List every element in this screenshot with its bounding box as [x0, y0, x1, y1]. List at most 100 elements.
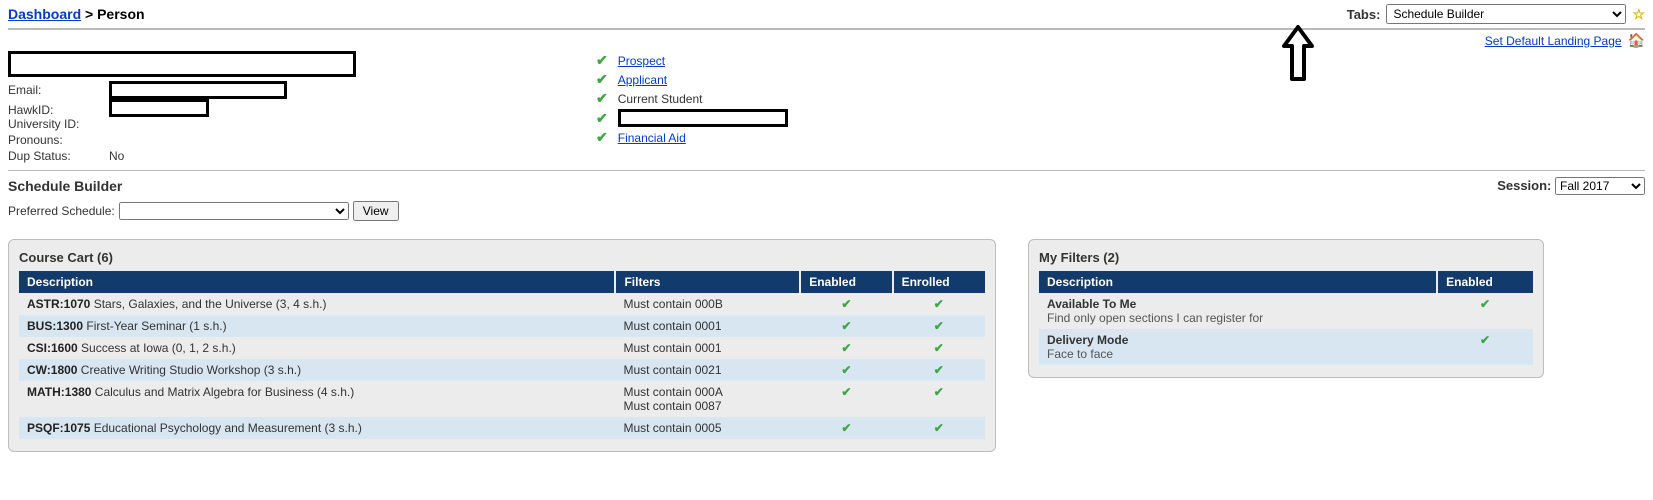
- my-filters-table: Description Enabled Available To MeFind …: [1039, 271, 1533, 365]
- label-dupstatus: Dup Status:: [8, 149, 103, 163]
- enabled-check-icon: ✔: [800, 315, 892, 337]
- check-icon: ✔: [596, 52, 608, 69]
- breadcrumb: Dashboard > Person: [8, 6, 145, 22]
- table-row[interactable]: CSI:1600 Success at Iowa (0, 1, 2 s.h.)M…: [19, 337, 985, 359]
- person-name-redacted: [8, 51, 356, 77]
- session-area: Session: Fall 2017: [1497, 177, 1645, 195]
- schedule-builder-header: Schedule Builder Session: Fall 2017: [8, 177, 1645, 195]
- set-default-landing-page-link[interactable]: Set Default Landing Page: [1485, 34, 1622, 48]
- course-description: PSQF:1075 Educational Psychology and Mea…: [19, 417, 615, 439]
- status-redacted: [618, 109, 788, 127]
- table-row[interactable]: ASTR:1070 Stars, Galaxies, and the Unive…: [19, 293, 985, 315]
- enrolled-check-icon: ✔: [893, 417, 985, 439]
- info-column: Email: HawkID: University ID: Pronouns: …: [8, 51, 356, 164]
- col-enabled: Enabled: [800, 271, 892, 293]
- enabled-check-icon: ✔: [800, 381, 892, 417]
- enabled-check-icon: ✔: [800, 293, 892, 315]
- course-filters: Must contain 0021: [615, 359, 800, 381]
- enabled-check-icon: ✔: [800, 337, 892, 359]
- course-filters: Must contain 000AMust contain 0087: [615, 381, 800, 417]
- course-filters: Must contain 0005: [615, 417, 800, 439]
- filter-name: Available To Me: [1047, 297, 1429, 311]
- table-row[interactable]: PSQF:1075 Educational Psychology and Mea…: [19, 417, 985, 439]
- course-code: BUS:1300: [27, 319, 83, 333]
- enabled-check-icon: ✔: [1437, 293, 1533, 329]
- breadcrumb-sep: >: [85, 6, 93, 22]
- breadcrumb-dashboard-link[interactable]: Dashboard: [8, 6, 81, 22]
- course-filters: Must contain 0001: [615, 337, 800, 359]
- course-code: ASTR:1070: [27, 297, 90, 311]
- tabs-select[interactable]: Schedule Builder: [1386, 4, 1626, 24]
- tabs-label: Tabs:: [1347, 7, 1381, 22]
- filter-description: Delivery ModeFace to face: [1039, 329, 1437, 365]
- course-description: BUS:1300 First-Year Seminar (1 s.h.): [19, 315, 615, 337]
- label-univid: University ID:: [8, 117, 103, 131]
- course-cart-table: Description Filters Enabled Enrolled AST…: [19, 271, 985, 439]
- session-select[interactable]: Fall 2017: [1555, 177, 1645, 195]
- table-row[interactable]: BUS:1300 First-Year Seminar (1 s.h.)Must…: [19, 315, 985, 337]
- course-description: ASTR:1070 Stars, Galaxies, and the Unive…: [19, 293, 615, 315]
- my-filters-title: My Filters (2): [1039, 250, 1533, 265]
- course-filters: Must contain 000B: [615, 293, 800, 315]
- status-applicant-link[interactable]: Applicant: [618, 73, 667, 87]
- filter-sub: Find only open sections I can register f…: [1047, 311, 1429, 325]
- course-description: MATH:1380 Calculus and Matrix Algebra fo…: [19, 381, 615, 417]
- enabled-check-icon: ✔: [800, 417, 892, 439]
- course-code: CW:1800: [27, 363, 77, 377]
- course-description: CSI:1600 Success at Iowa (0, 1, 2 s.h.): [19, 337, 615, 359]
- col-enrolled: Enrolled: [893, 271, 985, 293]
- table-row[interactable]: Available To MeFind only open sections I…: [1039, 293, 1533, 329]
- session-label: Session:: [1497, 178, 1551, 193]
- top-row: Dashboard > Person Tabs: Schedule Builde…: [8, 4, 1645, 24]
- breadcrumb-current: Person: [97, 6, 144, 22]
- home-icon: 🏠: [1628, 32, 1645, 49]
- course-description: CW:1800 Creative Writing Studio Workshop…: [19, 359, 615, 381]
- course-filters: Must contain 0001: [615, 315, 800, 337]
- check-icon: ✔: [596, 129, 608, 146]
- table-row[interactable]: CW:1800 Creative Writing Studio Workshop…: [19, 359, 985, 381]
- panels: Course Cart (6) Description Filters Enab…: [8, 239, 1645, 452]
- landing-row: Set Default Landing Page 🏠: [8, 32, 1645, 49]
- preferred-schedule-select[interactable]: [119, 202, 349, 220]
- tabs-area: Tabs: Schedule Builder ☆: [1347, 4, 1645, 24]
- enrolled-check-icon: ✔: [893, 381, 985, 417]
- divider: [8, 28, 1645, 30]
- label-hawkid: HawkID:: [8, 103, 103, 117]
- check-icon: ✔: [596, 71, 608, 88]
- enabled-check-icon: ✔: [1437, 329, 1533, 365]
- view-button[interactable]: View: [353, 201, 399, 221]
- course-cart-panel: Course Cart (6) Description Filters Enab…: [8, 239, 996, 452]
- status-current-student: Current Student: [618, 92, 703, 106]
- label-email: Email:: [8, 83, 103, 97]
- label-pronouns: Pronouns:: [8, 133, 103, 147]
- status-column: ✔ Prospect ✔ Applicant ✔ Current Student…: [596, 51, 788, 164]
- enrolled-check-icon: ✔: [893, 293, 985, 315]
- enrolled-check-icon: ✔: [893, 315, 985, 337]
- table-row[interactable]: MATH:1380 Calculus and Matrix Algebra fo…: [19, 381, 985, 417]
- enabled-check-icon: ✔: [800, 359, 892, 381]
- course-cart-title: Course Cart (6): [19, 250, 985, 265]
- check-icon: ✔: [596, 90, 608, 107]
- status-prospect-link[interactable]: Prospect: [618, 54, 665, 68]
- favorite-star-icon[interactable]: ☆: [1632, 6, 1645, 23]
- course-code: CSI:1600: [27, 341, 78, 355]
- status-financial-aid-link[interactable]: Financial Aid: [618, 131, 686, 145]
- enrolled-check-icon: ✔: [893, 359, 985, 381]
- col-description: Description: [1039, 271, 1437, 293]
- filter-sub: Face to face: [1047, 347, 1429, 361]
- col-filters: Filters: [615, 271, 800, 293]
- enrolled-check-icon: ✔: [893, 337, 985, 359]
- dupstatus-value: No: [109, 149, 124, 163]
- col-description: Description: [19, 271, 615, 293]
- filter-name: Delivery Mode: [1047, 333, 1429, 347]
- schedule-builder-title: Schedule Builder: [8, 178, 122, 194]
- filter-description: Available To MeFind only open sections I…: [1039, 293, 1437, 329]
- col-enabled: Enabled: [1437, 271, 1533, 293]
- course-code: PSQF:1075: [27, 421, 90, 435]
- table-row[interactable]: Delivery ModeFace to face✔: [1039, 329, 1533, 365]
- my-filters-panel: My Filters (2) Description Enabled Avail…: [1028, 239, 1544, 378]
- course-code: MATH:1380: [27, 385, 91, 399]
- hawkid-redacted: [109, 99, 209, 117]
- divider: [8, 170, 1645, 171]
- email-redacted: [109, 81, 287, 99]
